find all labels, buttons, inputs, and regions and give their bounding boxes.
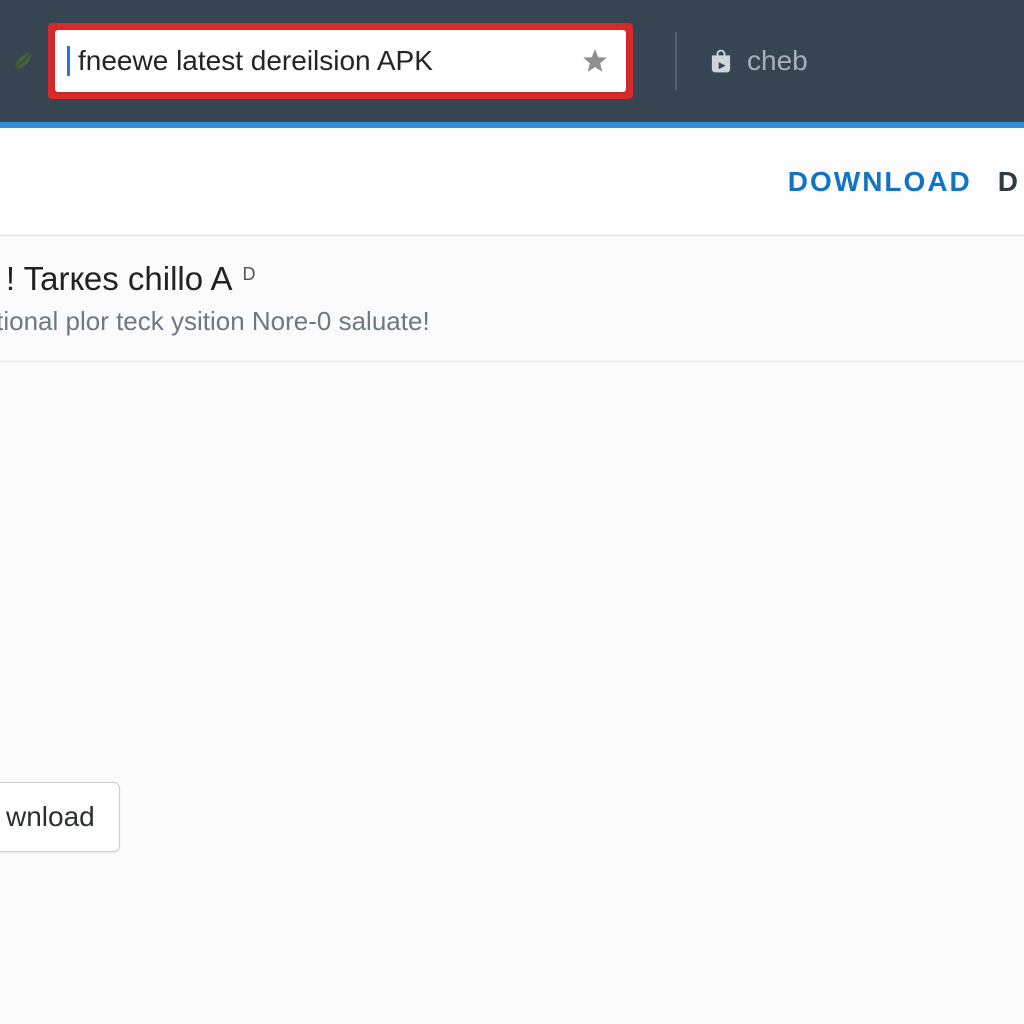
shopping-bag-icon	[707, 47, 735, 75]
text-cursor-icon	[67, 46, 70, 76]
promo-heading-superscript: D	[242, 264, 255, 285]
promo-banner: ed ! Tarкes chillo A D srotional plor tec…	[0, 236, 1024, 362]
address-bar[interactable]: fneewe latest dereilsion APK	[55, 30, 626, 92]
tab-label: cheb	[747, 45, 808, 77]
site-nav: DOWNLOAD D	[0, 128, 1024, 236]
leaf-icon	[8, 46, 38, 76]
download-button[interactable]: wnload	[0, 782, 120, 852]
browser-tab[interactable]: cheb	[707, 45, 808, 77]
promo-heading: ed ! Tarкes chillo A	[0, 260, 232, 298]
address-input[interactable]: fneewe latest dereilsion APK	[78, 47, 576, 75]
browser-top-bar: fneewe latest dereilsion APK cheb	[0, 0, 1024, 128]
nav-download-link[interactable]: DOWNLOAD	[788, 166, 972, 198]
vertical-divider	[675, 32, 677, 90]
nav-cutoff-letter: D	[998, 166, 1018, 198]
page-content: wnload	[0, 362, 1024, 962]
promo-subtext: srotional plor teck ysition Nore-0 salua…	[0, 306, 1024, 337]
address-bar-highlight: fneewe latest dereilsion APK	[48, 23, 633, 99]
bookmark-star-button[interactable]	[576, 46, 614, 76]
